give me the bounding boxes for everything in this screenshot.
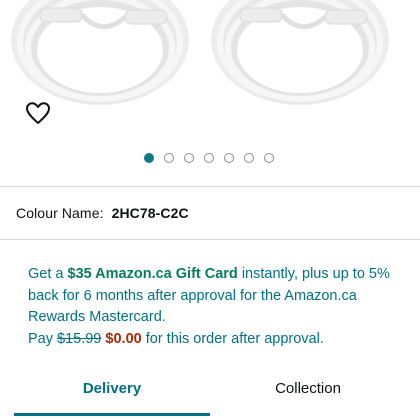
carousel-dot[interactable] [224,153,234,163]
carousel-dot[interactable] [204,153,214,163]
carousel-dot[interactable] [144,153,154,163]
promo-text-get: Get a [28,266,68,282]
colour-name-value: 2HC78-C2C [111,205,189,221]
tab-delivery[interactable]: Delivery [14,370,210,416]
promo-pay-rest: for this order after approval. [141,330,324,347]
divider [0,186,420,187]
heart-outline-icon[interactable] [24,100,52,126]
carousel-dot[interactable] [184,153,194,163]
divider [0,239,420,240]
product-image-gallery[interactable] [0,0,420,140]
carousel-dot[interactable] [264,153,274,163]
gift-card-amount: $35 Amazon.ca Gift Card [67,266,238,282]
fulfilment-tabs: Delivery Collection [0,370,420,420]
image-carousel-dots [0,150,420,166]
carousel-dot[interactable] [244,153,254,163]
colour-name-label: Colour Name: [16,205,104,221]
carousel-dot[interactable] [164,153,174,163]
active-tab-indicator [14,413,210,416]
original-price: $15.99 [57,330,102,347]
tab-collection[interactable]: Collection [210,370,406,416]
promo-pay-label: Pay [28,330,58,347]
colour-name-row: Colour Name: 2HC78-C2C [16,205,189,221]
credit-card-promo[interactable]: Get a $35 Amazon.ca Gift Card instantly,… [28,264,404,350]
discounted-price: $0.00 [105,330,142,347]
product-image [11,0,389,105]
